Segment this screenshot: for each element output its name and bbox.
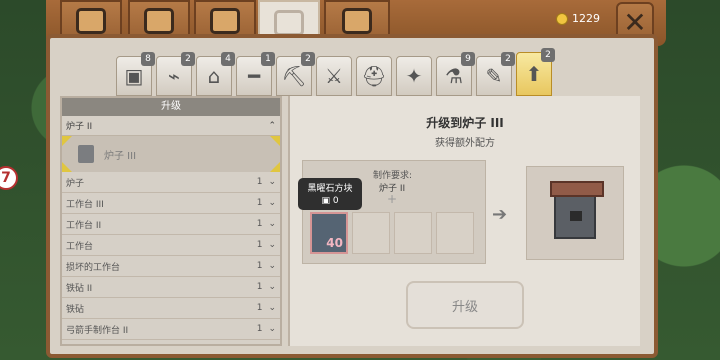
chevron-down-icon: ⌄ <box>268 177 276 187</box>
category-tabs: ▣ 8 ⌁ 2 ⌂ 4 ━ 1 ⛏ 2 ⚔ ⛑ ✦ ⚗ 9 ✎ 2 ⬆ 2 <box>116 48 555 96</box>
helmet-icon <box>144 8 174 34</box>
list-header: 升级 <box>62 98 280 116</box>
list-item[interactable]: 铁砧 1 ⌄ <box>62 298 280 319</box>
category-tools[interactable]: ⛏ 2 <box>276 52 315 96</box>
chevron-down-icon: ⌄ <box>268 324 276 334</box>
category-potions[interactable]: ⚗ 9 <box>436 52 475 96</box>
ingredient-slot-obsidian[interactable]: 40 <box>310 212 348 254</box>
chevron-up-icon: ⌃ <box>268 120 276 131</box>
chevron-down-icon: ⌄ <box>268 261 276 271</box>
ingredient-slot-empty[interactable] <box>394 212 432 254</box>
tree-icon <box>76 8 106 34</box>
furnace-icon <box>550 181 604 239</box>
book-icon <box>342 8 372 34</box>
chevron-down-icon: ⌄ <box>268 303 276 313</box>
list-item[interactable]: 工作台 II 1 ⌄ <box>62 214 280 235</box>
upgrade-button[interactable]: 升级 <box>406 281 524 329</box>
category-upgrade[interactable]: ⬆ 2 <box>516 48 555 96</box>
list-item[interactable]: 炉子 1 ⌄ <box>62 172 280 193</box>
category-magic[interactable]: ✦ <box>396 56 432 96</box>
category-wands[interactable]: ✎ 2 <box>476 52 515 96</box>
category-materials[interactable]: ⌁ 2 <box>156 52 195 96</box>
arrow-right-icon: ➔ <box>492 204 508 225</box>
chevron-down-icon: ⌄ <box>268 198 276 208</box>
detail-subtitle: 获得额外配方 <box>435 138 495 149</box>
category-stations[interactable]: ⌂ 4 <box>196 52 235 96</box>
group-expanded[interactable]: 炉子 II ⌃ <box>62 116 280 136</box>
list-item[interactable]: 铁砧 II 1 ⌄ <box>62 277 280 298</box>
ingredient-slot-empty[interactable] <box>436 212 474 254</box>
crafting-icon <box>274 10 304 36</box>
detail-title: 升级到炉子 III <box>426 116 504 130</box>
result-preview <box>526 166 624 260</box>
category-weapons[interactable]: ⚔ <box>316 56 352 96</box>
list-item[interactable]: 弓箭手制作台 II 1 ⌄ <box>62 319 280 340</box>
owned-icon: ▣ <box>321 196 330 206</box>
category-armor[interactable]: ⛑ <box>356 56 392 96</box>
chevron-down-icon: ⌄ <box>268 219 276 229</box>
furnace-thumb-icon <box>78 145 94 163</box>
coin-counter: 1229 <box>556 12 600 25</box>
chevron-down-icon: ⌄ <box>268 240 276 250</box>
category-blocks[interactable]: ▣ 8 <box>116 52 155 96</box>
category-furniture[interactable]: ━ 1 <box>236 52 275 96</box>
bag-icon <box>210 8 240 34</box>
ingredient-slot-empty[interactable] <box>352 212 390 254</box>
recipe-list: 升级 炉子 II ⌃ 炉子 III 炉子 1 ⌄ 工作台 III 1 ⌄ 工作台 II 1 ⌄… <box>60 96 282 346</box>
selected-recipe[interactable]: 炉子 III <box>62 136 280 172</box>
list-item[interactable]: 损坏的工作台 1 ⌄ <box>62 256 280 277</box>
chevron-down-icon: ⌄ <box>268 282 276 292</box>
list-item[interactable]: 工作台 1 ⌄ <box>62 235 280 256</box>
list-item[interactable]: 工作台 III 1 ⌄ <box>62 193 280 214</box>
ingredient-tooltip: 黑曜石方块 ▣ 0 <box>298 178 362 210</box>
coin-icon <box>556 12 568 25</box>
